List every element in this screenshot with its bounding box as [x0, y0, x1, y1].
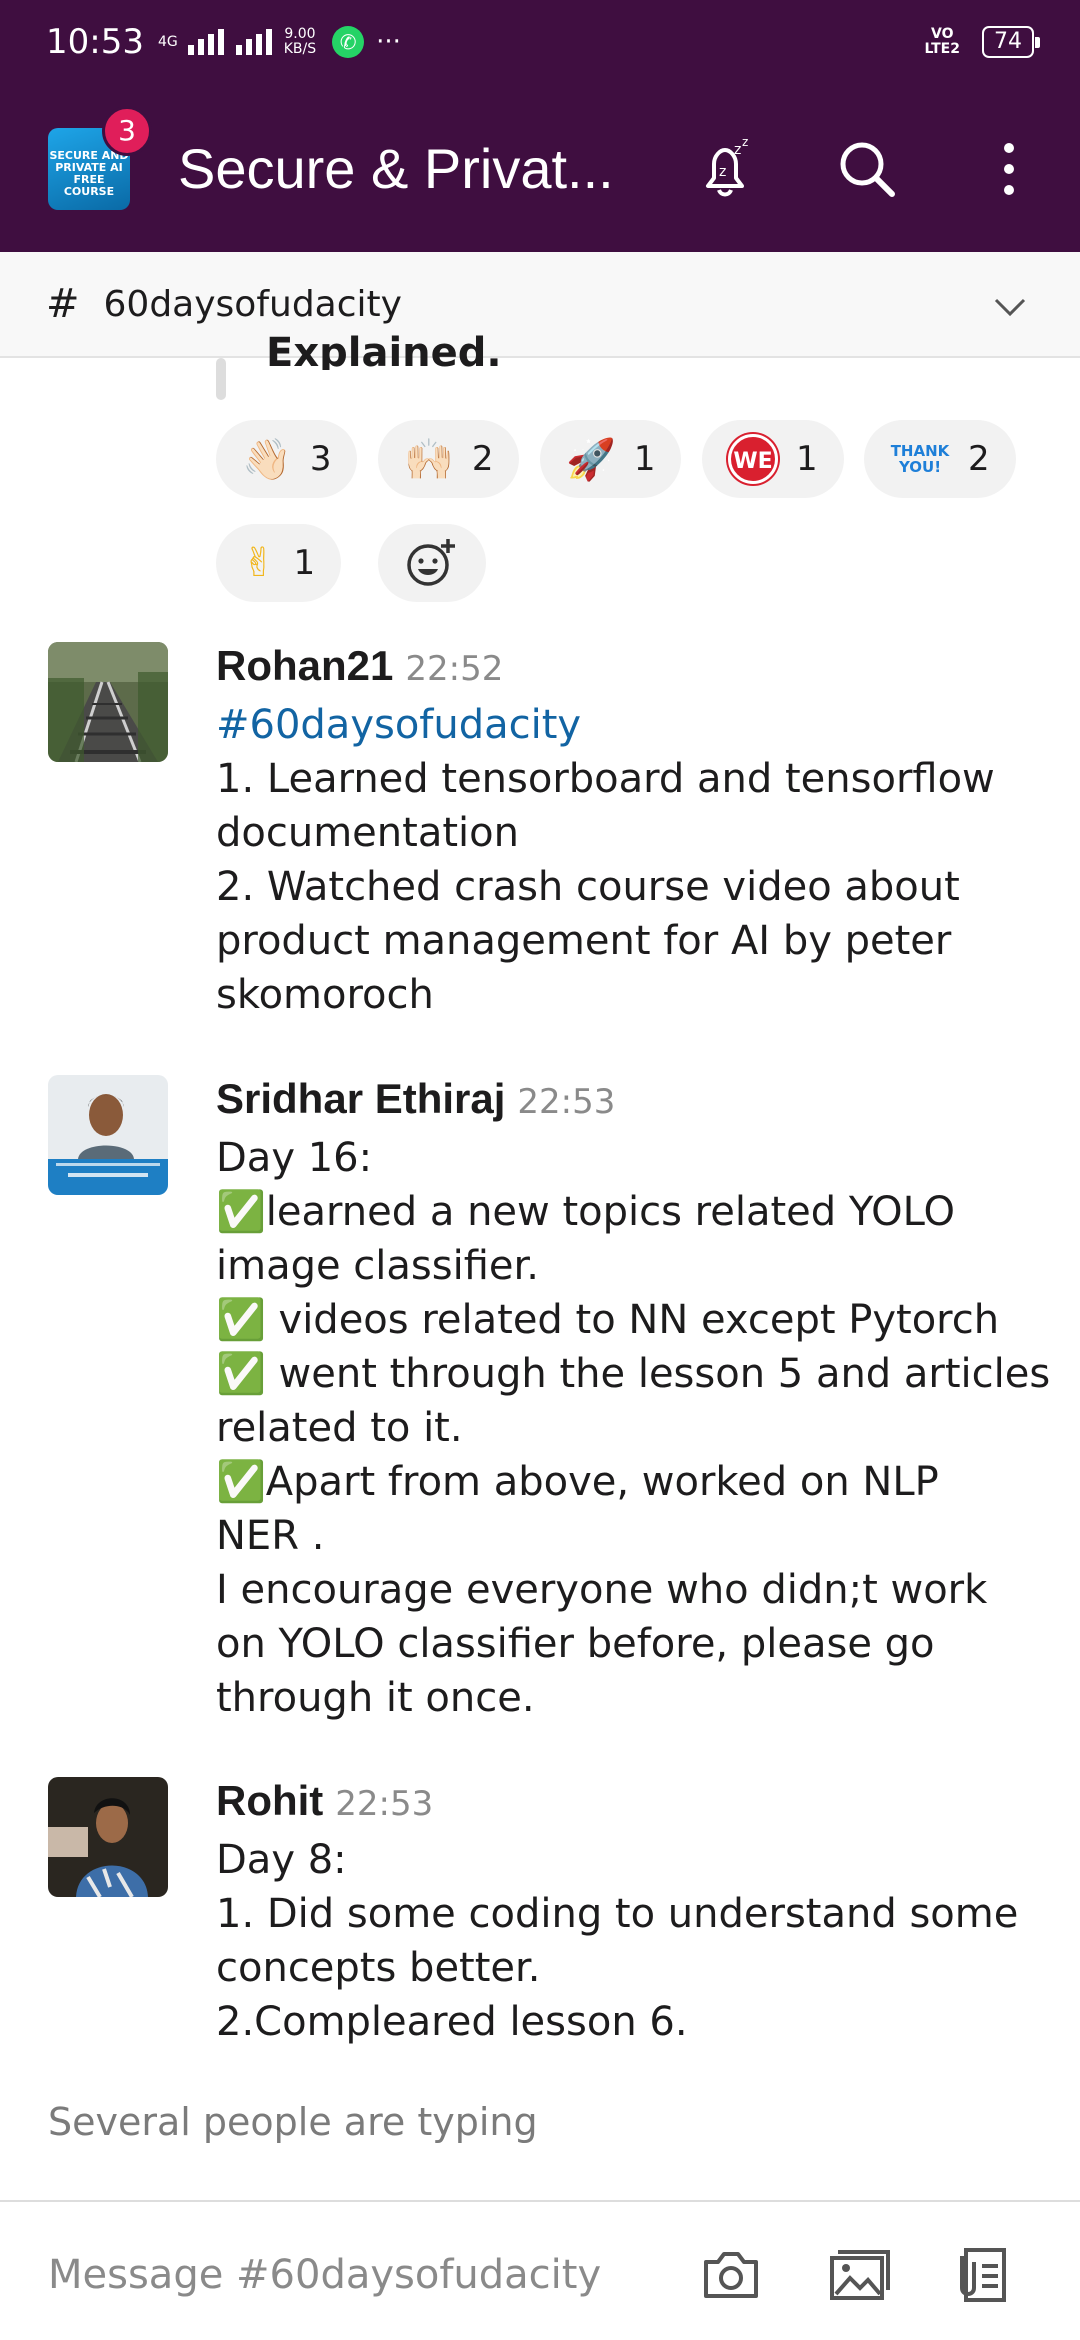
quote-bar	[216, 358, 226, 400]
reaction-victory[interactable]: ✌ 1	[216, 524, 342, 602]
clock: 10:53	[46, 22, 144, 62]
net-speed-unit: KB/S	[283, 41, 317, 57]
app-bar: SECURE AND PRIVATE AI FREE COURSE 3 Secu…	[0, 84, 1080, 252]
avatar-person-image	[48, 1777, 168, 1897]
svg-text:z: z	[734, 142, 741, 158]
reaction-rocket[interactable]: 🚀 1	[540, 420, 682, 498]
quoted-text-fragment: Explained.	[266, 330, 502, 370]
more-notifications-icon: ···	[376, 27, 401, 57]
victory-hand-emoji: ✌	[242, 540, 276, 586]
notification-badge: 3	[102, 106, 152, 156]
message-input[interactable]: Message #60daysofudacity	[48, 2252, 601, 2298]
message-line: concepts better.	[216, 1945, 541, 1991]
network-type: 4G	[157, 33, 178, 50]
reaction-count: 3	[309, 439, 332, 479]
avatar[interactable]	[48, 1777, 168, 1897]
add-reaction-button[interactable]	[378, 524, 486, 602]
channel-hash-icon: #	[46, 281, 80, 327]
message-line: I encourage everyone who didn;t work	[216, 1567, 988, 1613]
channel-link[interactable]: #60daysofudacity	[216, 698, 1066, 752]
snooze-bell-icon[interactable]: z z z	[690, 134, 760, 204]
message-line: 2. Watched crash course video about	[216, 864, 960, 910]
avatar[interactable]	[48, 1075, 168, 1195]
search-icon[interactable]	[832, 134, 902, 204]
message-line: image classifier.	[216, 1243, 540, 1289]
rocket-emoji: 🚀	[566, 436, 616, 483]
message-line: related to it.	[216, 1405, 463, 1451]
workspace-icon-text: SECURE AND PRIVATE AI FREE COURSE	[49, 149, 129, 198]
avatar-railway-image	[48, 642, 168, 762]
chevron-down-icon[interactable]	[990, 286, 1030, 326]
channel-header[interactable]: # 60daysofudacity	[0, 252, 1080, 358]
attachment-icon[interactable]	[952, 2242, 1018, 2308]
camera-icon[interactable]	[698, 2242, 764, 2308]
workspace-title[interactable]: Secure & Privat...	[178, 136, 614, 201]
message-line: on YOLO classifier before, please go	[216, 1621, 935, 1667]
battery-level: 74	[994, 29, 1022, 54]
signal-icon-2	[235, 29, 272, 55]
timestamp: 22:52	[405, 649, 504, 689]
reaction-we[interactable]: WE 1	[702, 420, 844, 498]
author-name[interactable]: Rohit	[216, 1777, 323, 1825]
status-bar: 10:53 4G 9.00 KB/S ✆ ··· VO LTE2 74	[0, 0, 1080, 84]
channel-name: 60daysofudacity	[103, 283, 402, 325]
reaction-thank-you[interactable]: THANK YOU! 2	[864, 420, 1016, 498]
message-line: ✅ videos related to NN except Pytorch	[216, 1297, 1000, 1343]
reaction-count: 1	[796, 439, 818, 479]
timestamp: 22:53	[517, 1082, 616, 1122]
author-name[interactable]: Sridhar Ethiraj	[216, 1075, 505, 1123]
reaction-count: 2	[471, 439, 494, 479]
message-composer: Message #60daysofudacity	[0, 2200, 1080, 2340]
reaction-raised-hands[interactable]: 🙌🏻 2	[378, 420, 520, 498]
we-emoji: WE	[728, 434, 778, 484]
add-reaction-icon	[407, 539, 455, 586]
message-line: NER .	[216, 1513, 325, 1559]
volte-bottom: LTE2	[924, 41, 960, 57]
wave-emoji: 👋🏻	[242, 436, 292, 483]
volte-top: VO	[931, 26, 954, 42]
message-line: product management for AI by peter	[216, 918, 952, 964]
message-line: through it once.	[216, 1675, 535, 1721]
message-line: ✅ went through the lesson 5 and articles	[216, 1351, 1051, 1397]
message-line: 2.Compleared lesson 6.	[216, 1999, 688, 2045]
message-line: ✅learned a new topics related YOLO	[216, 1189, 955, 1235]
overflow-menu-icon[interactable]	[974, 134, 1044, 204]
reaction-wave[interactable]: 👋🏻 3	[216, 420, 358, 498]
reaction-count: 1	[293, 543, 316, 583]
battery-icon: 74	[982, 26, 1040, 58]
raised-hands-emoji: 🙌🏻	[404, 436, 454, 483]
volte-indicator: VO LTE2	[925, 27, 960, 57]
message-line: 1. Learned tensorboard and tensorflow	[216, 756, 995, 802]
avatar[interactable]	[48, 642, 168, 762]
reaction-count: 1	[633, 439, 656, 479]
author-name[interactable]: Rohan21	[216, 642, 393, 690]
svg-text:z: z	[742, 135, 748, 149]
message-line: Day 8:	[216, 1837, 347, 1883]
gallery-icon[interactable]	[826, 2242, 892, 2308]
typing-indicator: Several people are typing	[48, 2100, 538, 2144]
reaction-count: 2	[968, 439, 990, 479]
message-line: documentation	[216, 810, 519, 856]
net-speed-value: 9.00	[284, 26, 316, 42]
whatsapp-icon: ✆	[332, 26, 365, 58]
signal-icon	[187, 29, 224, 55]
thank-you-emoji: THANK YOU!	[890, 442, 950, 476]
message-line: Day 16:	[216, 1135, 373, 1181]
svg-text:z: z	[719, 164, 726, 180]
avatar-person-image	[48, 1075, 168, 1195]
net-speed: 9.00 KB/S	[284, 27, 316, 57]
message-line: ✅Apart from above, worked on NLP	[216, 1459, 939, 1505]
message-line: skomoroch	[216, 972, 434, 1018]
timestamp: 22:53	[335, 1784, 434, 1824]
message-line: 1. Did some coding to understand some	[216, 1891, 1019, 1937]
